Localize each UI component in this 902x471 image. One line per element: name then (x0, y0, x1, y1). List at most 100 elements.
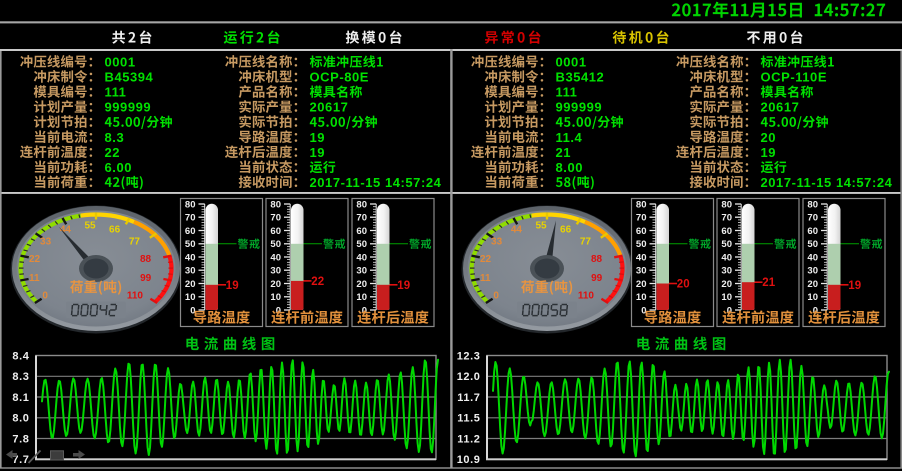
svg-text:2017-11-15 14:57:24: 2017-11-15 14:57:24 (761, 175, 893, 190)
svg-text:50: 50 (721, 239, 732, 250)
svg-text:33: 33 (491, 237, 503, 248)
svg-text:60: 60 (270, 226, 281, 237)
svg-text:6.00: 6.00 (105, 160, 133, 175)
svg-text:60: 60 (185, 226, 196, 237)
svg-text:60: 60 (807, 226, 818, 237)
svg-text:88: 88 (591, 254, 603, 265)
svg-text:8.1: 8.1 (12, 392, 29, 404)
svg-text:2017-11-15 14:57:24: 2017-11-15 14:57:24 (310, 175, 442, 190)
svg-text:12.3: 12.3 (457, 350, 481, 362)
svg-text:88: 88 (140, 254, 152, 265)
svg-text:40: 40 (356, 252, 367, 263)
svg-text:80: 80 (270, 199, 281, 210)
svg-text:70: 70 (356, 213, 367, 224)
svg-text:50: 50 (185, 239, 196, 250)
svg-text:99: 99 (140, 273, 152, 284)
svg-text:20: 20 (270, 279, 281, 290)
svg-text:80: 80 (636, 199, 647, 210)
svg-text:50: 50 (807, 239, 818, 250)
svg-text:19: 19 (761, 145, 777, 160)
svg-text:20: 20 (185, 279, 196, 290)
svg-text:22: 22 (29, 254, 41, 265)
svg-text:OCP-80E: OCP-80E (310, 70, 369, 85)
svg-text:22: 22 (105, 145, 121, 160)
svg-text:66: 66 (560, 225, 572, 236)
svg-text:11.4: 11.4 (556, 130, 583, 145)
svg-text:30: 30 (721, 266, 732, 277)
svg-text:11.7: 11.7 (457, 392, 480, 404)
svg-text:10: 10 (270, 292, 281, 303)
svg-text:30: 30 (270, 266, 281, 277)
svg-text:55: 55 (535, 220, 547, 231)
svg-text:70: 70 (185, 213, 196, 224)
svg-text:19: 19 (310, 130, 326, 145)
svg-text:40: 40 (807, 252, 818, 263)
svg-text:11.2: 11.2 (457, 433, 480, 445)
svg-text:20: 20 (636, 279, 647, 290)
svg-text:40: 40 (270, 252, 281, 263)
svg-text:0: 0 (42, 291, 48, 302)
svg-text:19: 19 (226, 280, 239, 292)
svg-text:20617: 20617 (761, 100, 800, 115)
svg-text:20: 20 (761, 130, 777, 145)
svg-text:10: 10 (636, 292, 647, 303)
svg-text:999999: 999999 (556, 100, 603, 115)
svg-text:80: 80 (185, 199, 196, 210)
svg-text:OCP-110E: OCP-110E (761, 70, 828, 85)
svg-text:8.00: 8.00 (556, 160, 584, 175)
svg-text:33: 33 (40, 237, 52, 248)
svg-text:77: 77 (580, 237, 592, 248)
svg-text:20: 20 (356, 279, 367, 290)
svg-text:80: 80 (356, 199, 367, 210)
svg-text:30: 30 (185, 266, 196, 277)
svg-text:50: 50 (636, 239, 647, 250)
svg-text:8.4: 8.4 (12, 350, 29, 362)
svg-text:20: 20 (721, 279, 732, 290)
svg-text:40: 40 (721, 252, 732, 263)
svg-text:80: 80 (807, 199, 818, 210)
svg-text:11.5: 11.5 (457, 413, 480, 425)
svg-text:8.3: 8.3 (12, 371, 29, 383)
svg-text:0001: 0001 (105, 55, 136, 70)
svg-text:20: 20 (677, 279, 690, 291)
svg-text:20: 20 (807, 279, 818, 290)
svg-text:30: 30 (356, 266, 367, 277)
svg-text:40: 40 (636, 252, 647, 263)
svg-text:60: 60 (356, 226, 367, 237)
svg-text:30: 30 (807, 266, 818, 277)
svg-text:11: 11 (29, 273, 40, 284)
svg-text:19: 19 (848, 280, 861, 292)
svg-text:10.9: 10.9 (457, 454, 481, 466)
svg-text:999999: 999999 (105, 100, 152, 115)
svg-text:50: 50 (270, 239, 281, 250)
svg-text:B35412: B35412 (556, 70, 605, 85)
svg-text:19: 19 (310, 145, 326, 160)
svg-text:111: 111 (105, 85, 127, 100)
svg-text:70: 70 (636, 213, 647, 224)
svg-text:0: 0 (493, 291, 499, 302)
svg-text:55: 55 (84, 220, 96, 231)
svg-text:8.0: 8.0 (12, 413, 29, 425)
svg-text:10: 10 (185, 292, 196, 303)
svg-text:11: 11 (480, 273, 491, 284)
svg-text:70: 70 (270, 213, 281, 224)
svg-text:21: 21 (556, 145, 572, 160)
svg-text:10: 10 (356, 292, 367, 303)
svg-text:99: 99 (591, 273, 603, 284)
svg-text:80: 80 (721, 199, 732, 210)
svg-text:66: 66 (109, 225, 121, 236)
svg-text:30: 30 (636, 266, 647, 277)
svg-text:111: 111 (556, 85, 578, 100)
svg-text:7.8: 7.8 (12, 433, 29, 445)
svg-text:B45394: B45394 (105, 70, 154, 85)
svg-text:44: 44 (511, 225, 523, 236)
svg-text:77: 77 (129, 237, 141, 248)
svg-text:22: 22 (480, 254, 492, 265)
svg-text:10: 10 (721, 292, 732, 303)
svg-text:21: 21 (762, 277, 775, 289)
svg-text:10: 10 (807, 292, 818, 303)
svg-text:70: 70 (807, 213, 818, 224)
svg-text:70: 70 (721, 213, 732, 224)
svg-text:60: 60 (636, 226, 647, 237)
svg-text:12.0: 12.0 (457, 371, 481, 383)
